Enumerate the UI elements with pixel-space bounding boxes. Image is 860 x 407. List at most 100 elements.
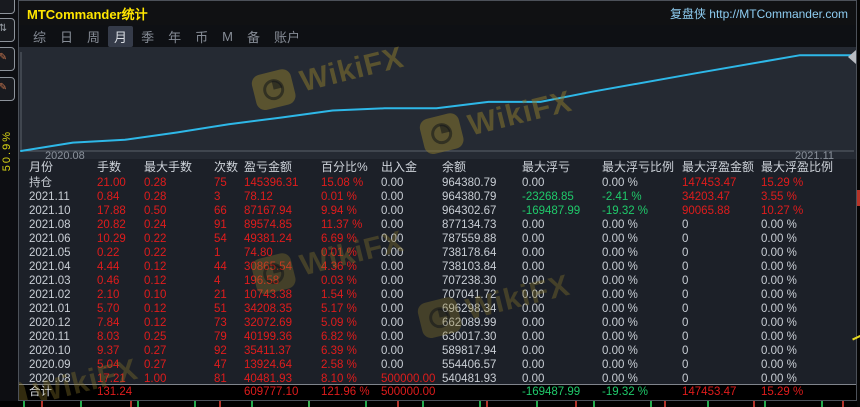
column-header: 最大浮亏 [522,160,571,174]
table-cell: 15.08 % [321,177,364,189]
background-app-left-strip: ⇅ ✎ ✎ 50.9% [0,0,18,407]
table-cell: 0.00 % [602,261,638,273]
equity-curve-plot [20,52,854,152]
table-cell: 51 [214,303,227,315]
table-cell: 0.27 [144,345,167,357]
table-cell: 4.44 [97,261,120,273]
table-cell: 10743.38 [244,289,292,301]
menu-item-月[interactable]: 月 [108,25,134,47]
table-cell: 0.00 [522,317,545,329]
table-cell: 21 [214,289,227,301]
menu-item-周[interactable]: 周 [81,26,106,47]
table-cell: 10.27 % [761,205,804,217]
table-row: 2021.10 17.88 0.50 66 87167.94 9.94 % 0.00 9643… [19,204,856,218]
table-cell: 持仓 [29,177,52,189]
table-cell: 0 [682,233,689,245]
table-cell: 0.00 % [602,331,638,343]
table-cell: 0.00 % [761,359,797,371]
table-total-row: 合计 131.24 609777.10 121.96 % 500000.00 -16948… [19,384,856,400]
table-cell: 0.00 % [761,289,797,301]
column-header: 次数 [214,160,239,174]
menu-item-备[interactable]: 备 [241,26,266,47]
menu-item-账户[interactable]: 账户 [268,26,306,47]
table-cell: 554406.57 [442,359,497,371]
scroll-left-arrow-icon[interactable] [848,50,856,64]
table-cell: 0.00 % [602,219,638,231]
table-cell: 2020.09 [29,359,71,371]
table-cell: 0.00 [522,177,545,189]
background-chart-percent-label: 50.9% [1,130,13,172]
column-header: 百分比% [321,160,368,174]
table-cell: 15.29 % [761,177,804,189]
table-cell: 0.27 [144,359,167,371]
table-row: 2021.05 0.22 0.22 1 74.80 0.01 % 0.00 738178.64… [19,246,856,260]
table-cell: 0.00 % [602,247,638,259]
table-cell: 0.46 [97,275,120,287]
table-cell: 0.01 % [321,191,357,203]
menu-item-季[interactable]: 季 [135,26,160,47]
table-cell: 0.00 [381,191,404,203]
table-cell: 78.12 [244,191,273,203]
menu-item-币[interactable]: 币 [189,26,214,47]
table-cell: 2.58 % [321,359,357,371]
table-cell: 49381.24 [244,233,292,245]
table-row: 2021.11 0.84 0.28 3 78.12 0.01 % 0.00 964380.79… [19,190,856,204]
table-cell: 2021.02 [29,289,71,301]
table-cell: 738103.84 [442,261,497,273]
menu-item-M[interactable]: M [216,28,239,45]
table-cell: 0.00 [381,359,404,371]
table-cell: 707041.72 [442,289,497,301]
table-cell: 17.88 [97,205,126,217]
table-cell: 2021.11 [29,191,70,203]
table-row: 2021.02 2.10 0.10 21 10743.38 1.54 % 0.00 70704… [19,288,856,302]
table-cell: 54 [214,233,227,245]
menu-item-综[interactable]: 综 [27,26,52,47]
table-cell: 0.03 % [321,275,357,287]
menu-item-年[interactable]: 年 [162,26,187,47]
table-cell: -2.41 % [602,191,642,203]
table-cell: 0.22 [144,247,167,259]
table-cell: 91 [214,219,227,231]
table-cell [442,385,522,400]
table-cell: 0 [682,317,689,329]
table-cell: 3 [214,191,221,203]
table-cell: 9.37 [97,345,120,357]
table-cell: 964302.67 [442,205,497,217]
table-cell: 0.00 % [602,289,638,301]
column-header: 最大浮盈金额 [682,160,755,174]
brand-link[interactable]: 复盘侠 http://MTCommander.com [670,5,848,22]
table-cell: 0.00 [381,289,404,301]
table-cell: 2021.05 [29,247,71,259]
table-cell: 6.69 % [321,233,357,245]
table-cell: 145396.31 [244,177,299,189]
menu-item-日[interactable]: 日 [54,26,79,47]
table-cell: 0.00 % [761,275,797,287]
table-cell: 75 [214,177,227,189]
title-bar: MTCommander统计 复盘侠 http://MTCommander.com [19,1,856,25]
table-cell: -169487.99 [522,386,581,398]
table-cell: 0.00 [522,247,545,259]
table-cell: 2021.06 [29,233,71,245]
table-cell: 0 [682,247,689,259]
table-cell: 787559.88 [442,233,497,245]
table-cell: 0 [682,303,689,315]
background-toolbar-button-icon: ⇅ [0,18,15,42]
column-header: 盈亏金额 [244,160,293,174]
table-cell: 92 [214,345,227,357]
table-cell: 4 [214,275,221,287]
table-cell: 121.96 % [321,386,370,398]
table-cell: 79 [214,331,227,343]
table-cell: 738178.64 [442,247,497,259]
table-cell: 8.03 [97,331,120,343]
table-row: 2021.08 20.82 0.24 91 89574.85 11.37 % 0.00 877… [19,218,856,232]
table-cell: 0.00 [381,247,404,259]
column-header: 最大手数 [144,160,193,174]
table-cell: 6.39 % [321,345,357,357]
table-row: 2020.12 7.84 0.12 73 32072.69 5.09 % 0.00 66208… [19,316,856,330]
table-cell: 2.10 [97,289,120,301]
x-axis-end-label: 2021.11 [795,150,834,159]
table-cell: 74.80 [244,247,273,259]
table-cell: 877134.73 [442,219,497,231]
table-cell: 0.00 [522,345,545,357]
table-cell: 0.00 [522,289,545,301]
